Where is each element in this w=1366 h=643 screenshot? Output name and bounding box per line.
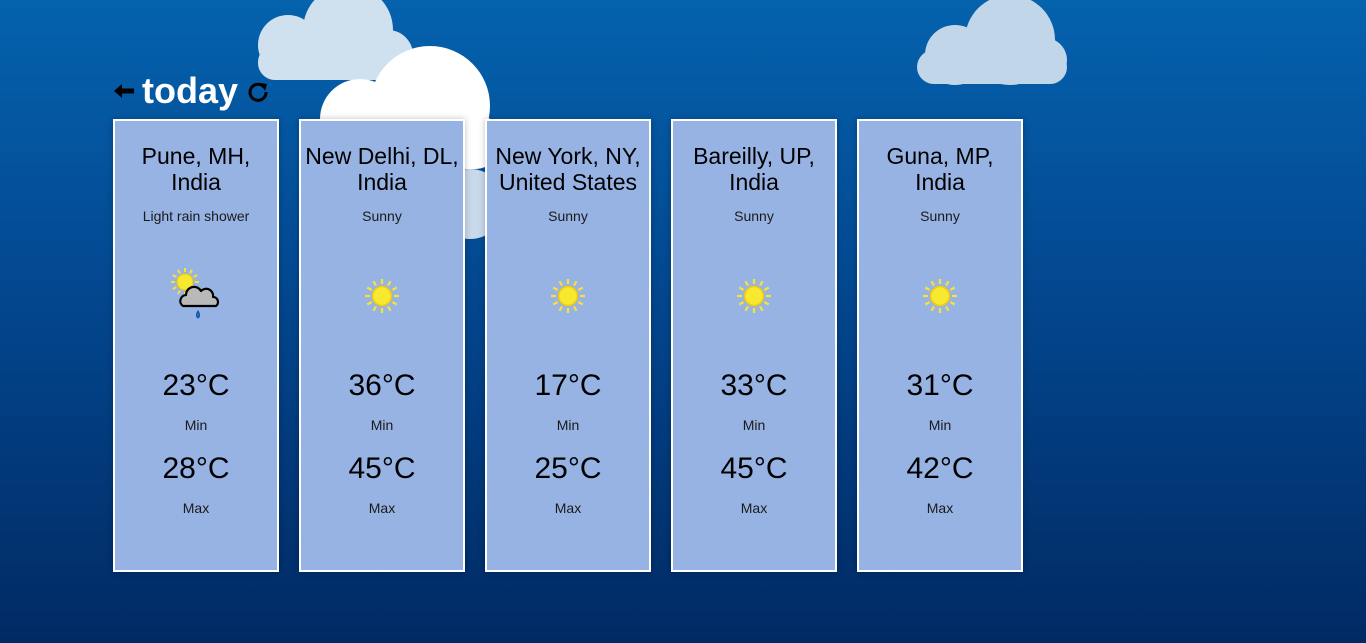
city-name-line1: Pune, MH,: [141, 143, 251, 169]
city-name-line2: India: [171, 169, 221, 195]
city-name-line1: New York, NY,: [495, 143, 641, 169]
max-label: Max: [182, 500, 210, 516]
city-name: Pune, MH, India: [115, 143, 277, 195]
city-card[interactable]: Guna, MP, India Sunny 31°C Min 42°C Max: [857, 119, 1023, 572]
page-title: today: [142, 70, 239, 111]
min-label: Min: [370, 417, 394, 433]
city-name-line1: New Delhi, DL,: [305, 143, 459, 169]
city-name: Bareilly, UP, India: [673, 143, 835, 195]
city-card[interactable]: New York, NY, United States Sunny 17°C Min 25…: [485, 119, 651, 572]
sun-cloud-rain-icon: [166, 266, 226, 326]
max-label: Max: [926, 500, 954, 516]
sun-icon: [538, 266, 598, 326]
weather-condition: Light rain shower: [142, 208, 250, 224]
min-temperature: 17°C: [534, 369, 602, 402]
min-label: Min: [742, 417, 766, 433]
sun-icon: [910, 266, 970, 326]
back-button[interactable]: [112, 79, 136, 103]
max-label: Max: [740, 500, 768, 516]
weather-condition: Sunny: [548, 208, 588, 224]
city-card[interactable]: Pune, MH, India Light rain shower 23°C Min 28…: [113, 119, 279, 572]
city-name: Guna, MP, India: [859, 143, 1021, 195]
city-card[interactable]: Bareilly, UP, India Sunny 33°C Min 45°C Max: [671, 119, 837, 572]
min-label: Min: [928, 417, 952, 433]
city-name-line2: India: [357, 169, 407, 195]
city-name-line2: India: [915, 169, 965, 195]
min-temperature: 33°C: [720, 369, 788, 402]
max-temperature: 45°C: [720, 452, 788, 485]
min-temperature: 31°C: [906, 369, 974, 402]
cloud-background-right: [917, 0, 1067, 85]
max-temperature: 45°C: [348, 452, 416, 485]
weather-condition: Sunny: [362, 208, 402, 224]
min-label: Min: [556, 417, 580, 433]
city-card[interactable]: New Delhi, DL, India Sunny 36°C Min 45°C Max: [299, 119, 465, 572]
refresh-button[interactable]: [246, 79, 270, 103]
city-name-line2: United States: [498, 169, 638, 195]
city-name-line1: Guna, MP,: [886, 143, 994, 169]
arrow-left-icon: [114, 84, 134, 98]
city-name: New York, NY, United States: [487, 143, 649, 195]
city-name-line1: Bareilly, UP,: [693, 143, 815, 169]
max-temperature: 28°C: [162, 452, 230, 485]
weather-condition: Sunny: [920, 208, 960, 224]
sun-icon: [352, 266, 412, 326]
refresh-icon: [248, 82, 268, 102]
city-cards: Pune, MH, India Light rain shower 23°C Min 28…: [113, 119, 1023, 572]
min-temperature: 23°C: [162, 369, 230, 402]
min-label: Min: [184, 417, 208, 433]
city-name-line2: India: [729, 169, 779, 195]
max-label: Max: [368, 500, 396, 516]
max-temperature: 25°C: [534, 452, 602, 485]
min-temperature: 36°C: [348, 369, 416, 402]
max-temperature: 42°C: [906, 452, 974, 485]
sun-icon: [724, 266, 784, 326]
max-label: Max: [554, 500, 582, 516]
weather-condition: Sunny: [734, 208, 774, 224]
city-name: New Delhi, DL, India: [301, 143, 463, 195]
header: today: [112, 70, 270, 112]
